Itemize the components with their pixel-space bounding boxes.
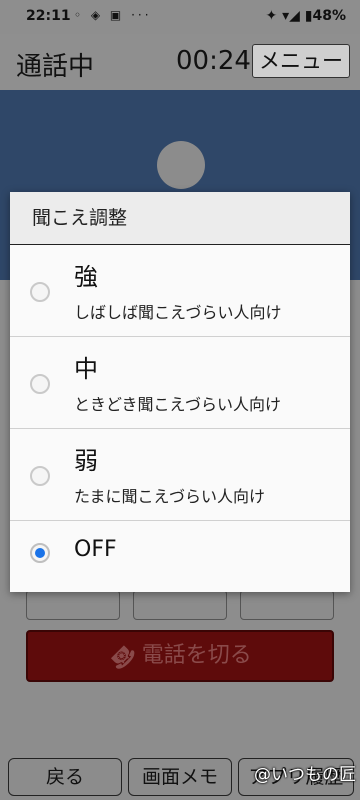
- watermark: @いつもの匠: [254, 765, 356, 785]
- status-bar: 22:11 ◦ ◈ ▣ ··· ✦ ▾◢ ▮48%: [0, 0, 360, 34]
- call-control-button[interactable]: [133, 590, 227, 620]
- call-header: 通話中 00:24 メニュー: [0, 34, 360, 90]
- option-description: しばしば聞こえづらい人向け: [74, 303, 282, 322]
- option-strong[interactable]: 強 しばしば聞こえづらい人向け: [10, 245, 350, 337]
- call-control-button[interactable]: [240, 590, 334, 620]
- option-label: 強: [74, 263, 98, 291]
- radio-button-selected[interactable]: [30, 543, 50, 563]
- avatar: [157, 141, 205, 189]
- notification-icons: ◦ ◈ ▣ ···: [74, 8, 152, 22]
- call-timer: 00:24: [176, 46, 251, 76]
- back-button[interactable]: 戻る: [8, 758, 122, 796]
- call-status-title: 通話中: [16, 52, 95, 82]
- option-label: 中: [74, 355, 98, 383]
- radio-button[interactable]: [30, 282, 50, 302]
- option-description: ときどき聞こえづらい人向け: [74, 395, 282, 414]
- dialog-title: 聞こえ調整: [10, 192, 350, 245]
- menu-button[interactable]: メニュー: [252, 44, 350, 78]
- call-control-button[interactable]: [26, 590, 120, 620]
- option-medium[interactable]: 中 ときどき聞こえづらい人向け: [10, 337, 350, 429]
- status-time: 22:11: [26, 8, 71, 24]
- option-label: 弱: [74, 447, 98, 475]
- radio-button[interactable]: [30, 374, 50, 394]
- screen-memo-button[interactable]: 画面メモ: [128, 758, 232, 796]
- option-label: OFF: [74, 537, 117, 562]
- hangup-label: 電話を切る: [141, 643, 252, 668]
- option-off[interactable]: OFF: [10, 521, 350, 587]
- hangup-button[interactable]: ☎電話を切る: [26, 630, 334, 682]
- radio-button[interactable]: [30, 466, 50, 486]
- option-description: たまに聞こえづらい人向け: [74, 487, 266, 506]
- option-weak[interactable]: 弱 たまに聞こえづらい人向け: [10, 429, 350, 521]
- hearing-adjust-dialog: 聞こえ調整 強 しばしば聞こえづらい人向け 中 ときどき聞こえづらい人向け 弱 …: [10, 192, 350, 592]
- phone-hangup-icon: ☎: [103, 637, 141, 675]
- system-status-icons: ✦ ▾◢ ▮48%: [265, 8, 347, 24]
